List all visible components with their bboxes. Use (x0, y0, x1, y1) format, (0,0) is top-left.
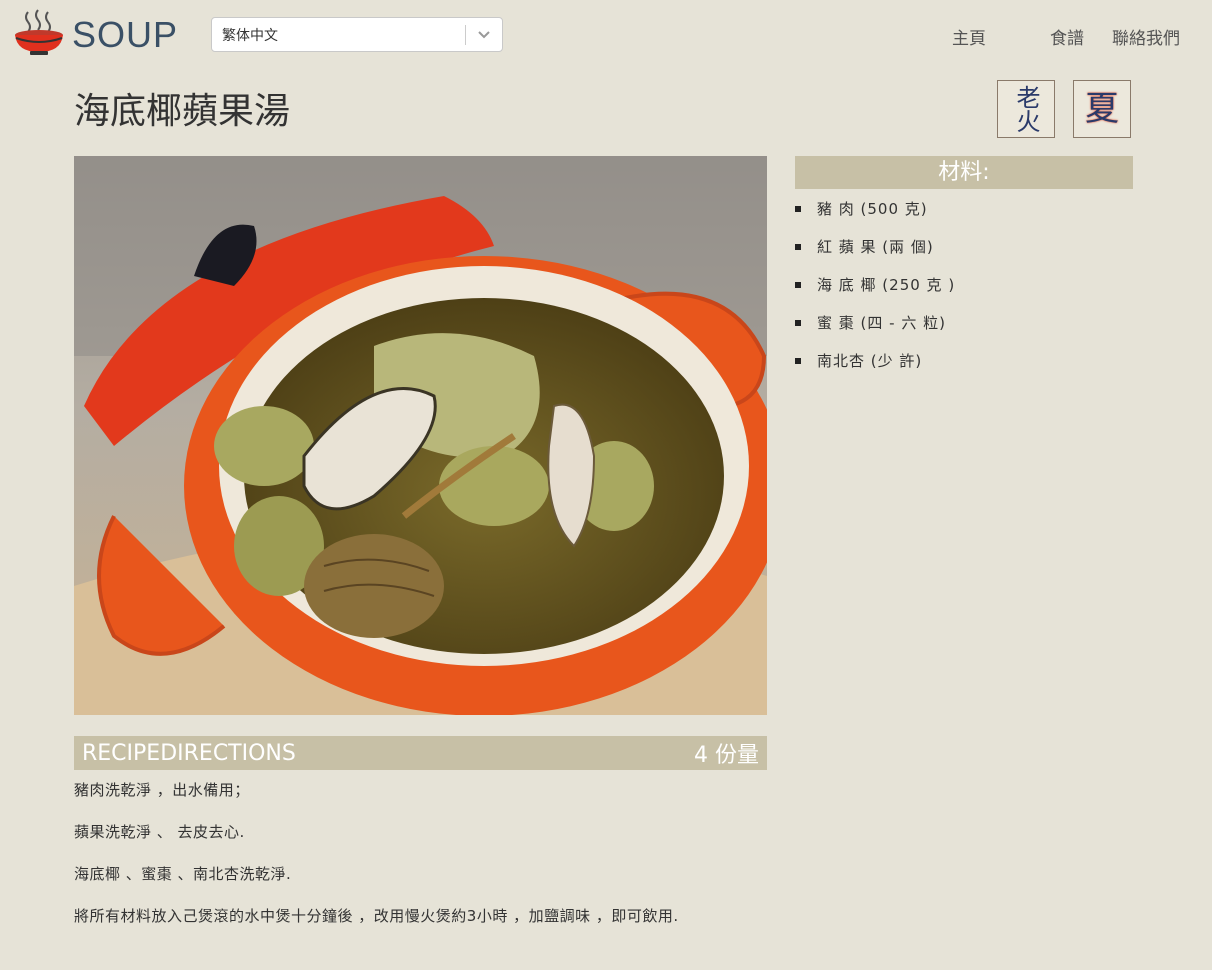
nav-home-link[interactable]: 主頁 (952, 24, 986, 49)
direction-step: 將所有材料放入己煲滾的水中煲十分鐘後 ，改用慢火煲約3小時 ，加鹽調味 ，即可飲… (74, 907, 679, 925)
chevron-down-icon[interactable] (466, 30, 502, 40)
direction-step: 蘋果洗乾淨 、 去皮去心. (74, 823, 245, 841)
directions-heading: RECIPEDIRECTIONS (82, 740, 296, 766)
recipe-photo (74, 156, 767, 715)
ingredients-heading: 材料: (795, 156, 1133, 189)
direction-step: 豬肉洗乾淨 ，出水備用； (74, 781, 250, 799)
soup-bowl-icon (15, 9, 63, 55)
ingredient-item: 紅 蘋 果 (兩 個) (795, 236, 955, 274)
language-selected-value: 繁体中文 (222, 27, 278, 44)
nav-recipes-link[interactable]: 食譜 (1050, 24, 1084, 49)
recipe-title: 海底椰蘋果湯 (74, 91, 291, 132)
direction-step: 海底椰 、蜜棗 、南北杏洗乾淨. (74, 865, 292, 883)
directions-list: 豬肉洗乾淨 ，出水備用； 蘋果洗乾淨 、 去皮去心. 海底椰 、蜜棗 、南北杏洗… (74, 780, 679, 948)
ingredients-list: 豬 肉 (500 克) 紅 蘋 果 (兩 個) 海 底 椰 (250 克 ) 蜜… (795, 198, 955, 388)
badge-slow-cooked-label: 老火 (1012, 85, 1040, 133)
badge-summer[interactable]: 夏 (1073, 80, 1131, 138)
ingredient-item: 豬 肉 (500 克) (795, 198, 955, 236)
directions-heading-bar: RECIPEDIRECTIONS 4 份量 (74, 736, 767, 770)
badge-slow-cooked[interactable]: 老火 (997, 80, 1055, 138)
language-select[interactable]: 繁体中文 (211, 17, 503, 52)
logo-text: SOUP (72, 14, 179, 55)
servings-label: 4 份量 (694, 743, 759, 768)
nav-contact-link[interactable]: 聯絡我們 (1112, 24, 1180, 49)
badge-summer-label: 夏 (1085, 89, 1119, 129)
site-logo[interactable]: SOUP (14, 8, 178, 56)
ingredient-item: 海 底 椰 (250 克 ) (795, 274, 955, 312)
ingredient-item: 蜜 棗 (四 - 六 粒) (795, 312, 955, 350)
ingredient-item: 南北杏 (少 許) (795, 350, 955, 388)
